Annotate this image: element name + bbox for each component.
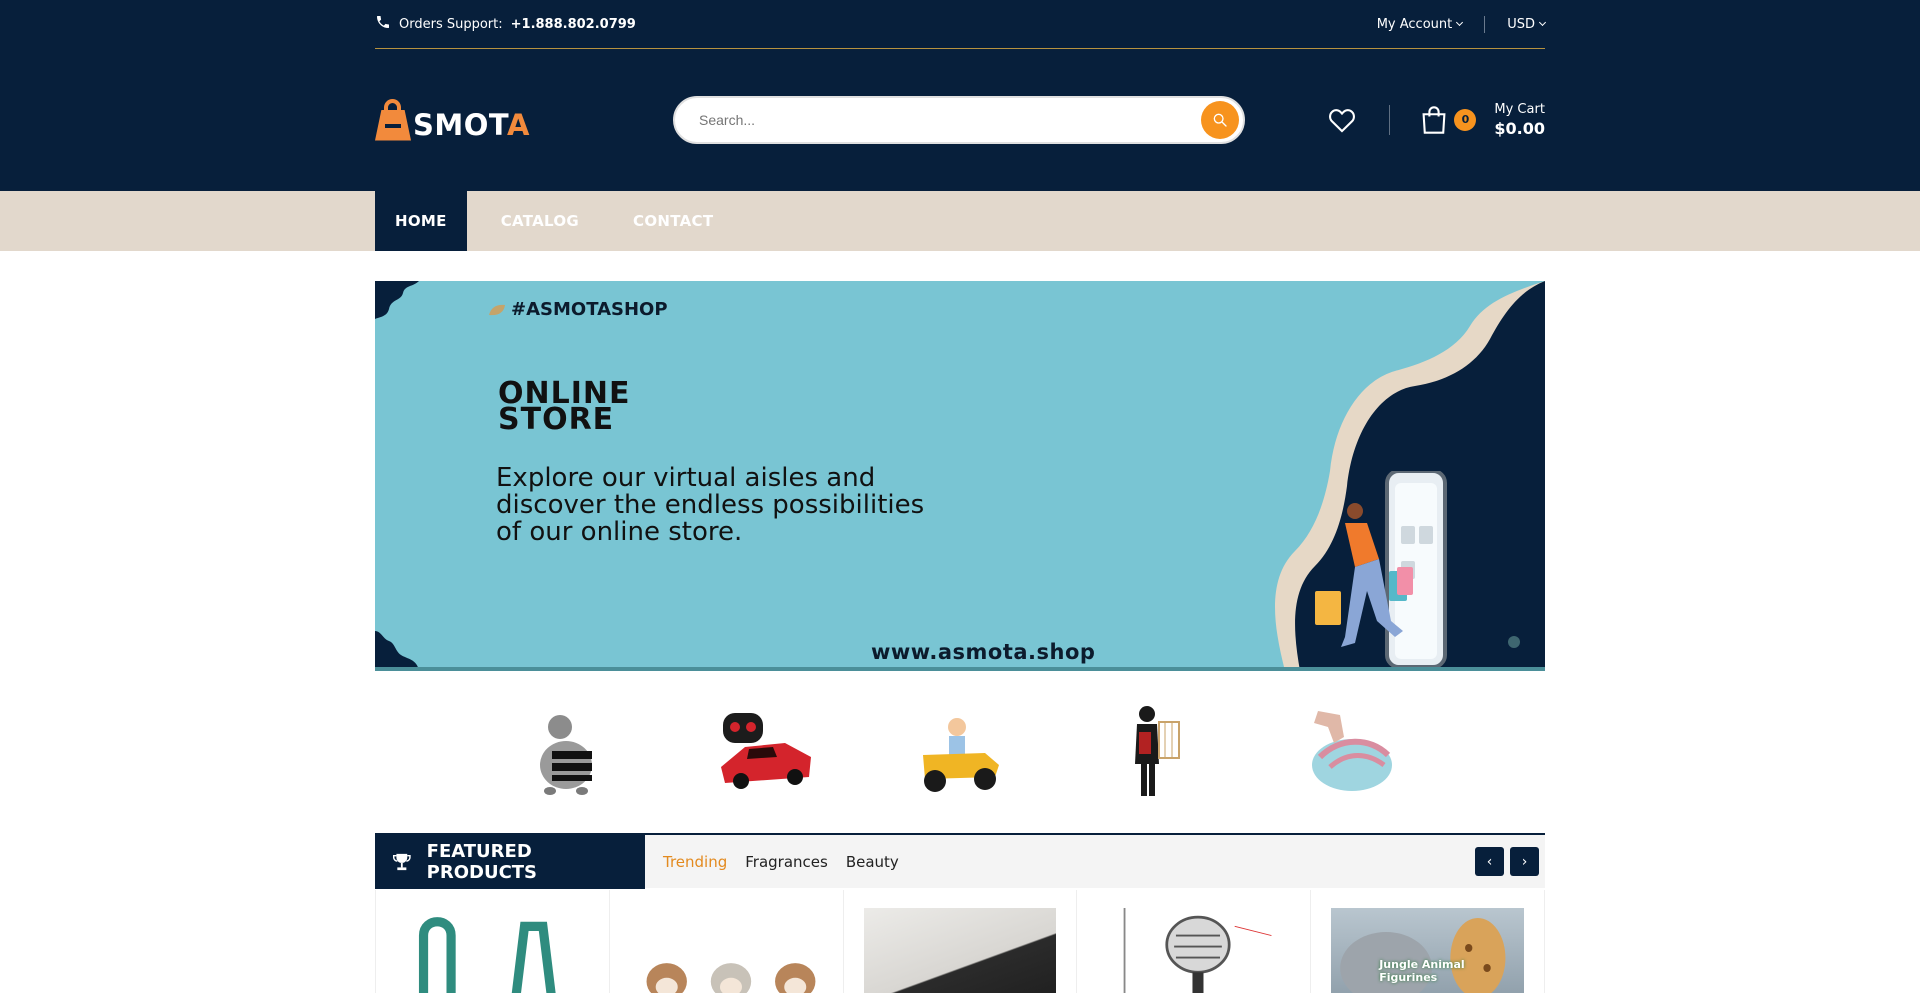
search-bar: [673, 95, 1245, 144]
chevron-down-icon: [1456, 18, 1464, 26]
hero-subtext: Explore our virtual aisles and discover …: [496, 463, 925, 547]
product-carousel: Jungle Animal Figurines: [375, 890, 1545, 993]
product-card[interactable]: Jungle Animal Figurines: [1311, 890, 1545, 993]
dog-harness-icon: [418, 917, 556, 993]
cart-amount: $0.00: [1494, 118, 1545, 138]
hamster-toy-icon: [646, 963, 816, 993]
logo-text: SMOTA: [413, 107, 530, 142]
search-input[interactable]: [699, 111, 1201, 128]
tab-fragrances[interactable]: Fragrances: [745, 853, 828, 871]
nav-item-contact[interactable]: CONTACT: [613, 191, 733, 251]
cake-decor-icon: [1312, 711, 1392, 791]
category-item[interactable]: [473, 697, 668, 807]
phone-icon: [375, 14, 391, 34]
shopping-person-illustration: [1315, 471, 1447, 669]
my-account-dropdown[interactable]: My Account: [1376, 16, 1464, 32]
main-header-bar: SMOTA 0 My Cart $0.00: [375, 49, 1545, 190]
ride-on-toy-icon: [923, 718, 999, 792]
hero-headline: ONLINE STORE: [498, 376, 631, 437]
category-item[interactable]: [668, 697, 863, 807]
featured-title: FEATURED PRODUCTS: [375, 834, 645, 889]
hero-banner[interactable]: #ASMOTASHOP ONLINE STORE Explore our vir…: [375, 281, 1545, 671]
product-card[interactable]: [844, 890, 1078, 993]
site-header: Orders Support: +1.888.802.0799 My Accou…: [0, 0, 1920, 191]
tab-beauty[interactable]: Beauty: [846, 853, 899, 871]
divider: [1389, 104, 1391, 135]
search-icon: [1213, 113, 1227, 127]
halloween-figure-icon: [1135, 706, 1180, 796]
heart-icon: [1329, 108, 1356, 133]
hero-hashtag: #ASMOTASHOP: [487, 299, 668, 320]
cart-label: My Cart: [1494, 101, 1545, 117]
carousel-next-button[interactable]: ›: [1510, 847, 1539, 876]
cart-count-badge: 0: [1454, 108, 1477, 131]
category-item[interactable]: [1058, 697, 1253, 807]
wishlist-button[interactable]: [1325, 103, 1359, 137]
microphone-icon: [1124, 908, 1272, 993]
dog-costume-icon: [540, 715, 592, 795]
my-account-label: My Account: [1376, 16, 1453, 32]
featured-products-header: FEATURED PRODUCTS Trending Fragrances Be…: [375, 833, 1545, 889]
top-bar: Orders Support: +1.888.802.0799 My Accou…: [375, 0, 1547, 49]
leaf-icon: [489, 304, 505, 315]
wavy-corner-decoration: [375, 631, 419, 671]
nav-item-home[interactable]: HOME: [375, 191, 467, 251]
animal-figurines-icon: Jungle Animal Figurines: [1331, 908, 1524, 993]
category-item[interactable]: [1253, 697, 1448, 807]
search-button[interactable]: [1201, 100, 1239, 139]
tab-trending[interactable]: Trending: [663, 853, 727, 871]
nav-item-catalog[interactable]: CATALOG: [481, 191, 599, 251]
category-strip: [375, 671, 1545, 833]
product-overlay-text: Jungle Animal Figurines: [1379, 958, 1465, 984]
currency-label: USD: [1507, 16, 1535, 32]
hero-url[interactable]: www.asmota.shop: [871, 640, 1095, 664]
cart-button[interactable]: 0 My Cart $0.00: [1420, 102, 1545, 138]
main-nav: HOME CATALOG CONTACT: [0, 191, 1920, 251]
chevron-down-icon: [1538, 18, 1547, 26]
desk-organizer-icon: [863, 908, 1057, 993]
category-item[interactable]: [863, 697, 1058, 807]
orders-support: Orders Support: +1.888.802.0799: [375, 14, 636, 34]
slider-dot[interactable]: [1508, 636, 1520, 648]
carousel-prev-button[interactable]: ‹: [1475, 847, 1504, 876]
support-phone[interactable]: +1.888.802.0799: [511, 17, 636, 32]
shopping-bag-icon: [1422, 105, 1446, 134]
currency-dropdown[interactable]: USD: [1507, 16, 1547, 32]
product-card[interactable]: [376, 890, 610, 993]
rc-car-icon: [721, 713, 811, 789]
product-card[interactable]: [1077, 890, 1312, 993]
shopping-bag-logo-icon: [375, 98, 411, 141]
slider-progress-bar: [375, 667, 1545, 671]
product-card[interactable]: [610, 890, 844, 993]
trophy-icon: [392, 853, 411, 870]
divider: [1484, 15, 1486, 33]
support-label: Orders Support:: [399, 16, 503, 32]
site-logo[interactable]: SMOTA: [375, 98, 673, 142]
wavy-corner-decoration: [375, 281, 419, 319]
